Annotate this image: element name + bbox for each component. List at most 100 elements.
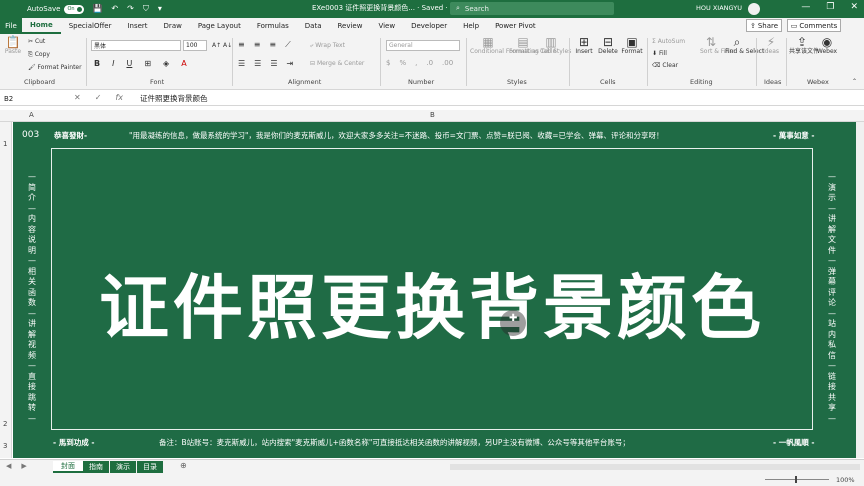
copy-button[interactable]: ⎘ Copy xyxy=(28,51,50,59)
format-as-table-button[interactable]: ▤ Format as Table xyxy=(509,36,556,56)
find-select-button[interactable]: ⌕ Find & Select xyxy=(725,36,764,56)
enter-icon[interactable]: ✓ xyxy=(95,93,102,102)
fill-button[interactable]: ⬇ Fill xyxy=(652,50,667,57)
undo-icon[interactable]: ↶ xyxy=(111,4,118,14)
search-icon: ⌕ xyxy=(456,4,460,12)
minimize-button[interactable]: — xyxy=(801,2,810,12)
font-color-icon[interactable]: A xyxy=(181,59,186,68)
paste-button[interactable]: 📋 Paste xyxy=(3,36,23,56)
vertical-align-buttons: ≡ ≡ ≡ ⟋ xyxy=(238,40,291,50)
cell-styles-button[interactable]: ▥ Cell Styles xyxy=(540,36,571,56)
next-sheet-icon[interactable]: ▶ xyxy=(21,462,26,470)
sheet-tab-cover[interactable]: 封面 xyxy=(53,461,83,473)
tab-help[interactable]: Help xyxy=(455,18,487,34)
align-bottom-icon[interactable]: ≡ xyxy=(269,40,276,50)
horizontal-scrollbar[interactable] xyxy=(450,464,860,470)
maximize-button[interactable]: ❐ xyxy=(826,2,834,12)
font-name-select[interactable]: 黑体 xyxy=(91,40,181,51)
tab-file[interactable]: File xyxy=(0,18,22,34)
cut-button[interactable]: ✂ Cut xyxy=(28,38,45,45)
tab-developer[interactable]: Developer xyxy=(403,18,455,34)
comma-icon[interactable]: , xyxy=(415,59,417,67)
share-button[interactable]: ⇪ Share xyxy=(746,19,782,32)
sheet-tab-index[interactable]: 目录 xyxy=(137,461,163,473)
save-icon[interactable]: 💾 xyxy=(92,4,102,14)
tab-power-pivot[interactable]: Power Pivot xyxy=(487,18,544,34)
tab-insert[interactable]: Insert xyxy=(119,18,155,34)
delete-cells-button[interactable]: ⊟ Delete xyxy=(597,36,619,56)
decrease-decimal-icon[interactable]: .00 xyxy=(442,59,453,67)
decrease-font-icon[interactable]: A↓ xyxy=(223,42,232,49)
tab-view[interactable]: View xyxy=(370,18,403,34)
tab-review[interactable]: Review xyxy=(329,18,370,34)
row-header-2[interactable]: 2 xyxy=(3,420,7,428)
fill-color-icon[interactable]: ◈ xyxy=(163,59,169,68)
filter-icon[interactable]: ⛉ xyxy=(143,4,149,14)
merge-center-button[interactable]: ⊟ Merge & Center xyxy=(310,60,364,67)
wrap-text-label: Wrap Text xyxy=(315,42,345,49)
clear-button[interactable]: ⌫ Clear xyxy=(652,62,678,69)
wrap-text-button[interactable]: ⤶ Wrap Text xyxy=(310,42,345,50)
sheet-tabs-bar: ◀ ▶ 封面 指南 演示 目录 ⊕ xyxy=(0,459,864,473)
underline-icon[interactable]: U xyxy=(126,59,132,68)
zoom-level[interactable]: 100% xyxy=(836,476,855,484)
tab-draw[interactable]: Draw xyxy=(156,18,190,34)
insert-function-icon[interactable]: fx xyxy=(115,93,123,102)
customize-qat-icon[interactable]: ▾ xyxy=(158,4,162,14)
currency-icon[interactable]: $ xyxy=(386,59,390,67)
collapse-ribbon-icon[interactable]: ⌃ xyxy=(852,78,857,85)
tab-data[interactable]: Data xyxy=(297,18,330,34)
ideas-button[interactable]: ⚡ Ideas xyxy=(760,36,782,56)
redo-icon[interactable]: ↷ xyxy=(127,4,134,14)
indent-icon[interactable]: ⇥ xyxy=(287,59,294,68)
comments-button[interactable]: ▭ Comments xyxy=(787,19,841,32)
orientation-icon[interactable]: ⟋ xyxy=(285,40,291,50)
sheet-tab-demo[interactable]: 演示 xyxy=(110,461,136,473)
close-button[interactable]: ✕ xyxy=(850,2,858,12)
vertical-scrollbar[interactable] xyxy=(856,122,864,458)
share-file-button[interactable]: ⇪ 共享该文件 xyxy=(789,36,819,56)
align-right-icon[interactable]: ☰ xyxy=(270,59,277,68)
row-header-3[interactable]: 3 xyxy=(3,442,7,450)
formula-input[interactable]: 证件照更换背景颜色 xyxy=(140,93,208,104)
user-name[interactable]: HOU XIANGYU xyxy=(696,4,742,12)
divider xyxy=(232,38,233,86)
number-format-select[interactable]: General xyxy=(386,40,460,51)
name-box[interactable]: B2 xyxy=(2,93,62,104)
format-cells-button[interactable]: ▣ Format xyxy=(621,36,643,56)
tab-home[interactable]: Home xyxy=(22,18,61,34)
align-middle-icon[interactable]: ≡ xyxy=(254,40,261,50)
tab-formulas[interactable]: Formulas xyxy=(249,18,297,34)
increase-decimal-icon[interactable]: .0 xyxy=(426,59,433,67)
cancel-icon[interactable]: ✕ xyxy=(74,93,81,102)
border-icon[interactable]: ⊞ xyxy=(144,59,151,68)
webex-button[interactable]: ◉ Webex xyxy=(815,36,839,56)
prev-sheet-icon[interactable]: ◀ xyxy=(6,462,11,470)
zoom-slider[interactable] xyxy=(765,476,829,483)
increase-font-icon[interactable]: A↑ xyxy=(212,42,223,49)
add-sheet-button[interactable]: ⊕ xyxy=(180,461,187,470)
conditional-formatting-button[interactable]: ▦ Conditional Formatting xyxy=(470,36,539,56)
column-header-a[interactable]: A xyxy=(29,111,34,119)
align-left-icon[interactable]: ☰ xyxy=(238,59,245,68)
row-header-1[interactable]: 1 xyxy=(3,140,7,148)
italic-icon[interactable]: I xyxy=(112,59,114,68)
sheet-tab-guide[interactable]: 指南 xyxy=(83,461,109,473)
format-painter-button[interactable]: 🖌 Format Painter xyxy=(28,64,82,71)
sort-filter-button[interactable]: ⇅ Sort & Filter xyxy=(700,36,736,56)
status-bar: 100% xyxy=(0,473,864,486)
autosave-toggle[interactable]: On xyxy=(64,4,85,14)
align-center-icon[interactable]: ☰ xyxy=(254,59,261,68)
insert-cells-button[interactable]: ⊞ Insert xyxy=(574,36,594,56)
search-input[interactable]: ⌕ Search xyxy=(450,2,614,15)
sheet-canvas[interactable]: 003 恭喜發財- "用最凝练的信息，做最系统的学习"，我是你们的麦克斯威儿，欢… xyxy=(13,122,856,458)
bold-icon[interactable]: B xyxy=(94,59,100,68)
tab-page-layout[interactable]: Page Layout xyxy=(190,18,249,34)
tab-specialoffer[interactable]: SpecialOffer xyxy=(61,18,120,34)
column-header-b[interactable]: B xyxy=(430,111,435,119)
autosum-button[interactable]: Σ AutoSum xyxy=(652,38,685,45)
font-size-select[interactable]: 100 xyxy=(183,40,207,51)
align-top-icon[interactable]: ≡ xyxy=(238,40,245,50)
avatar[interactable] xyxy=(748,3,760,15)
percent-icon[interactable]: % xyxy=(399,59,406,67)
